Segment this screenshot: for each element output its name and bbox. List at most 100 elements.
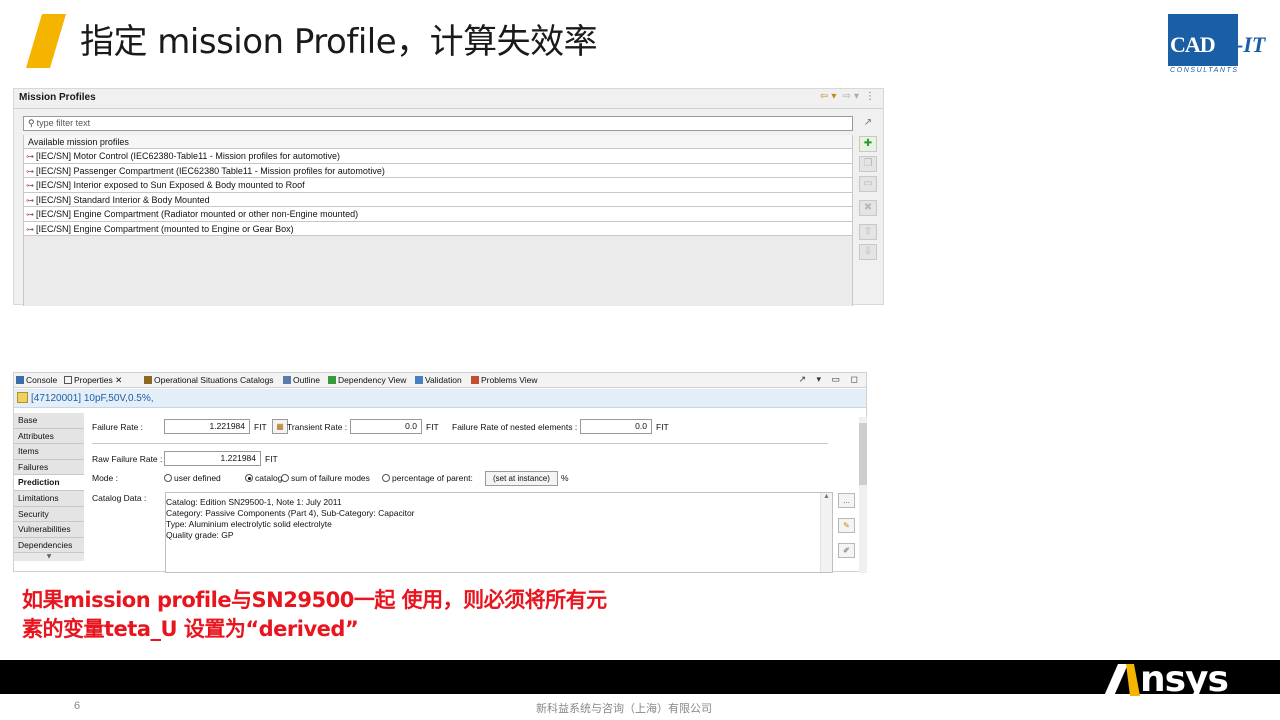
list-item-label: [IEC/SN] Engine Compartment (Radiator mo…: [36, 209, 359, 219]
side-tab-base[interactable]: Base: [14, 413, 84, 429]
list-item-label: [IEC/SN] Passenger Compartment (IEC62380…: [36, 165, 385, 176]
mode-user-defined-radio[interactable]: user defined: [164, 473, 221, 483]
transient-rate-field[interactable]: 0.0: [350, 419, 422, 434]
side-tab-items[interactable]: Items: [14, 444, 84, 460]
mission-profiles-title: Mission Profiles: [19, 92, 96, 103]
mission-profile-icon: ⊶: [26, 166, 34, 176]
edit-icon[interactable]: ▭: [859, 176, 877, 192]
transient-rate-label: Transient Rate :: [287, 422, 348, 432]
page-number: 6: [74, 700, 81, 712]
properties-scrollbar[interactable]: [859, 417, 867, 573]
tab-validation[interactable]: Validation: [415, 375, 462, 385]
add-icon[interactable]: ✚: [859, 136, 877, 152]
catalog-data-label: Catalog Data :: [92, 493, 147, 503]
catalog-line: Category: Passive Components (Part 4), S…: [166, 508, 415, 518]
list-item[interactable]: ⊶ [IEC/SN] Motor Control (IEC62380-Table1…: [24, 149, 852, 164]
window-controls[interactable]: ↗ ▾ ▭ ◻: [798, 374, 862, 385]
mode-label: Mode :: [92, 473, 118, 483]
accent-slash-shape: [26, 14, 66, 68]
note-line: 素的变量teta_U 设置为“derived”: [22, 617, 359, 641]
selected-element-header: [47120001] 10pF,50V,0.5%,: [14, 389, 866, 408]
side-tab-vulnerabilities[interactable]: Vulnerabilities: [14, 522, 84, 538]
properties-icon: [64, 376, 72, 384]
list-item[interactable]: ⊶ [IEC/SN] Engine Compartment (mounted to…: [24, 221, 852, 236]
note-text: 如果mission profile与SN29500一起 使用，则必须将所有元 素…: [22, 586, 607, 644]
nested-failure-rate-field[interactable]: 0.0: [580, 419, 652, 434]
raw-failure-rate-label: Raw Failure Rate :: [92, 454, 163, 464]
radio-selected-icon: [245, 474, 253, 482]
ansys-logo-mark: [1104, 664, 1140, 696]
outline-icon: [283, 376, 291, 384]
list-item-label: [IEC/SN] Motor Control (IEC62380-Table11…: [36, 151, 340, 161]
slide-title: 指定 mission Profile，计算失效率: [80, 22, 598, 62]
mission-profiles-list: Available mission profiles ⊶ [IEC/SN] Mot…: [23, 135, 853, 306]
scroll-down-icon[interactable]: ▼: [14, 553, 84, 562]
side-tab-security[interactable]: Security: [14, 506, 84, 523]
company-footer: 新科益系统与咨询（上海）有限公司: [536, 702, 712, 715]
transient-rate-unit: FIT: [426, 422, 439, 432]
mission-profile-icon: ⊶: [26, 195, 34, 205]
mode-percentage-radio[interactable]: percentage of parent:: [382, 473, 473, 483]
view-tabs: Console Properties ✕ Operational Situati…: [14, 373, 866, 388]
properties-side-tabs: Base Attributes Items Failures Predictio…: [14, 413, 84, 562]
failure-rate-unit: FIT: [254, 422, 267, 432]
filter-input[interactable]: ⚲ type filter text: [23, 116, 853, 131]
radio-icon: [382, 474, 390, 482]
radio-icon: [281, 474, 289, 482]
tab-dependency-view[interactable]: Dependency View: [328, 375, 406, 385]
mission-profile-icon: ⊶: [26, 152, 34, 161]
forward-icon[interactable]: ⇨ ▾: [842, 91, 859, 102]
move-up-icon[interactable]: ⇧: [859, 224, 877, 240]
failure-rate-label: Failure Rate :: [92, 422, 144, 432]
failure-rate-field[interactable]: 1.221984: [164, 419, 250, 434]
side-tab-limitations[interactable]: Limitations: [14, 490, 84, 507]
scrollbar-thumb[interactable]: [859, 423, 867, 485]
list-item[interactable]: ⊶ [IEC/SN] Passenger Compartment (IEC6238…: [24, 163, 852, 178]
catalog-data-text[interactable]: Catalog: Edition SN29500-1, Note 1: July…: [165, 492, 833, 573]
catalog-line: Catalog: Edition SN29500-1, Note 1: July…: [166, 497, 342, 507]
calculator-icon[interactable]: ▦: [272, 419, 288, 434]
search-icon: ⚲: [28, 118, 35, 128]
side-tab-prediction[interactable]: Prediction: [14, 475, 84, 491]
list-item[interactable]: ⊶ [IEC/SN] Engine Compartment (Radiator m…: [24, 207, 852, 222]
tab-properties[interactable]: Properties ✕: [64, 375, 122, 386]
list-item-label: [IEC/SN] Interior exposed to Sun Exposed…: [36, 180, 305, 190]
validation-icon: [415, 376, 423, 384]
mission-profiles-side-toolbar: ↗ ✚ ❐ ▭ ✖ ⇧ ⇩: [859, 116, 877, 264]
close-icon[interactable]: ✕: [115, 375, 122, 385]
delete-icon[interactable]: ✖: [859, 200, 877, 216]
raw-failure-rate-field[interactable]: 1.221984: [164, 451, 261, 466]
radio-icon: [164, 474, 172, 482]
divider: [14, 108, 883, 109]
tab-operational-situations[interactable]: Operational Situations Catalogs: [144, 375, 274, 385]
component-icon: [17, 392, 28, 403]
move-down-icon[interactable]: ⇩: [859, 244, 877, 260]
list-item[interactable]: ⊶ [IEC/SN] Standard Interior & Body Mount…: [24, 192, 852, 207]
catalog-line: Quality grade: GP: [166, 530, 234, 540]
back-icon[interactable]: ⇦ ▾: [820, 91, 837, 102]
side-tab-failures[interactable]: Failures: [14, 459, 84, 476]
side-tab-attributes[interactable]: Attributes: [14, 428, 84, 445]
list-item[interactable]: ⊶ [IEC/SN] Interior exposed to Sun Expose…: [24, 178, 852, 193]
set-at-instance-button[interactable]: (set at instance): [485, 471, 558, 486]
tab-outline[interactable]: Outline: [283, 375, 320, 385]
tab-console[interactable]: Console: [16, 375, 57, 385]
filter-placeholder: type filter text: [36, 118, 91, 128]
cad-logo-subtitle: CONSULTANTS: [1170, 67, 1239, 74]
tab-problems-view[interactable]: Problems View: [471, 375, 538, 385]
side-tab-dependencies[interactable]: Dependencies: [14, 537, 84, 554]
catalog-scrollbar[interactable]: ▲: [820, 493, 832, 572]
open-icon[interactable]: ↗: [859, 116, 877, 132]
console-icon: [16, 376, 24, 384]
raw-failure-rate-unit: FIT: [265, 454, 278, 464]
browse-catalog-button[interactable]: ...: [838, 493, 855, 508]
note-line: 如果mission profile与SN29500一起 使用，则必须将所有元: [22, 588, 607, 612]
mission-profile-icon: ⊶: [26, 210, 34, 219]
view-menu-icon[interactable]: ⋮: [865, 91, 875, 102]
mode-catalog-radio[interactable]: catalog: [245, 473, 282, 483]
edit-icon[interactable]: ✐: [838, 543, 855, 558]
footer-bar: [0, 660, 1280, 694]
wand-icon[interactable]: ✎: [838, 518, 855, 533]
mode-sum-radio[interactable]: sum of failure modes: [281, 473, 370, 483]
duplicate-icon[interactable]: ❐: [859, 156, 877, 172]
